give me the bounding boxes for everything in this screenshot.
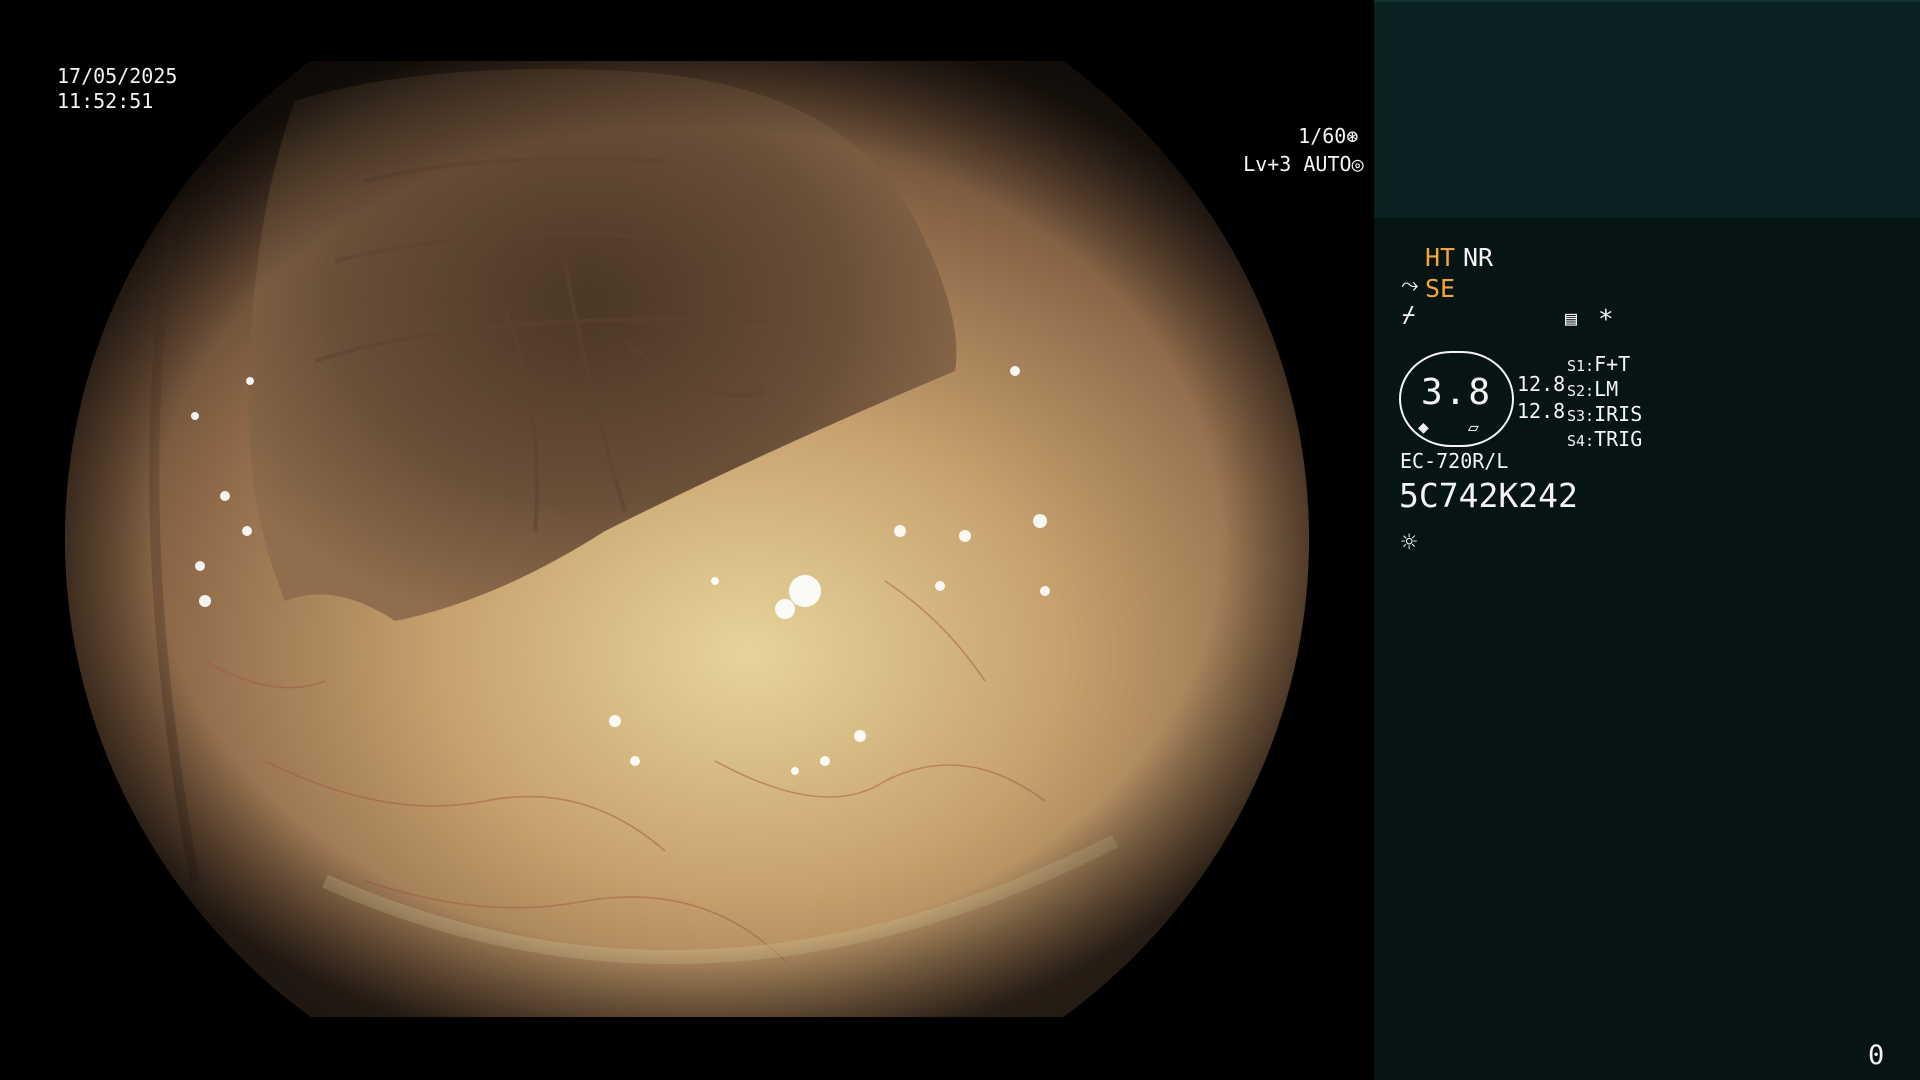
switch-1: S1:F+T: [1567, 352, 1631, 376]
dial-marker-left-icon: ◆: [1418, 417, 1429, 438]
light-icon: ☼: [1401, 527, 1418, 558]
switch-4: S4:TRIG: [1567, 427, 1643, 451]
scope-tip-icon: ⤳: [1401, 273, 1419, 298]
dial-marker-right-icon: ▱: [1468, 417, 1479, 438]
nr-label: NR: [1463, 243, 1494, 272]
exposure-mode: AUTO: [1303, 152, 1352, 176]
scope-serial: 5C742K242: [1399, 476, 1578, 515]
left-value-1: 12.8: [1517, 372, 1566, 396]
panel-header-area: [1374, 0, 1920, 218]
se-label: SE: [1425, 274, 1456, 303]
star-indicator: *: [1598, 305, 1614, 335]
iris-icon: ◎: [1351, 152, 1364, 176]
switch-3: S3:IRIS: [1567, 402, 1643, 426]
scope-model: EC-720R/L: [1400, 449, 1509, 473]
endoscope-video-area: 17/05/2025 11:52:51 1/60⊛ Lv+3 AUTO◎: [0, 0, 1374, 1080]
status-panel: [1374, 0, 1920, 1080]
date-display: 17/05/2025: [57, 64, 178, 88]
switch-2: S2:LM: [1567, 377, 1619, 401]
gain-icon: ⌿: [1402, 303, 1416, 328]
time-display: 11:52:51: [57, 89, 154, 113]
zoom-value: 3.8: [1420, 372, 1493, 413]
left-value-2: 12.8: [1517, 399, 1566, 423]
ht-label: HT: [1425, 243, 1456, 272]
endoscope-image: [65, 61, 1309, 1017]
record-list-icon: ▤: [1565, 306, 1578, 330]
frame-counter: 0: [1868, 1040, 1885, 1071]
colon-lumen-image: [65, 61, 1309, 1017]
brightness-level: Lv+3: [1243, 152, 1292, 176]
exposure-display: Lv+3 AUTO◎: [1195, 127, 1364, 202]
